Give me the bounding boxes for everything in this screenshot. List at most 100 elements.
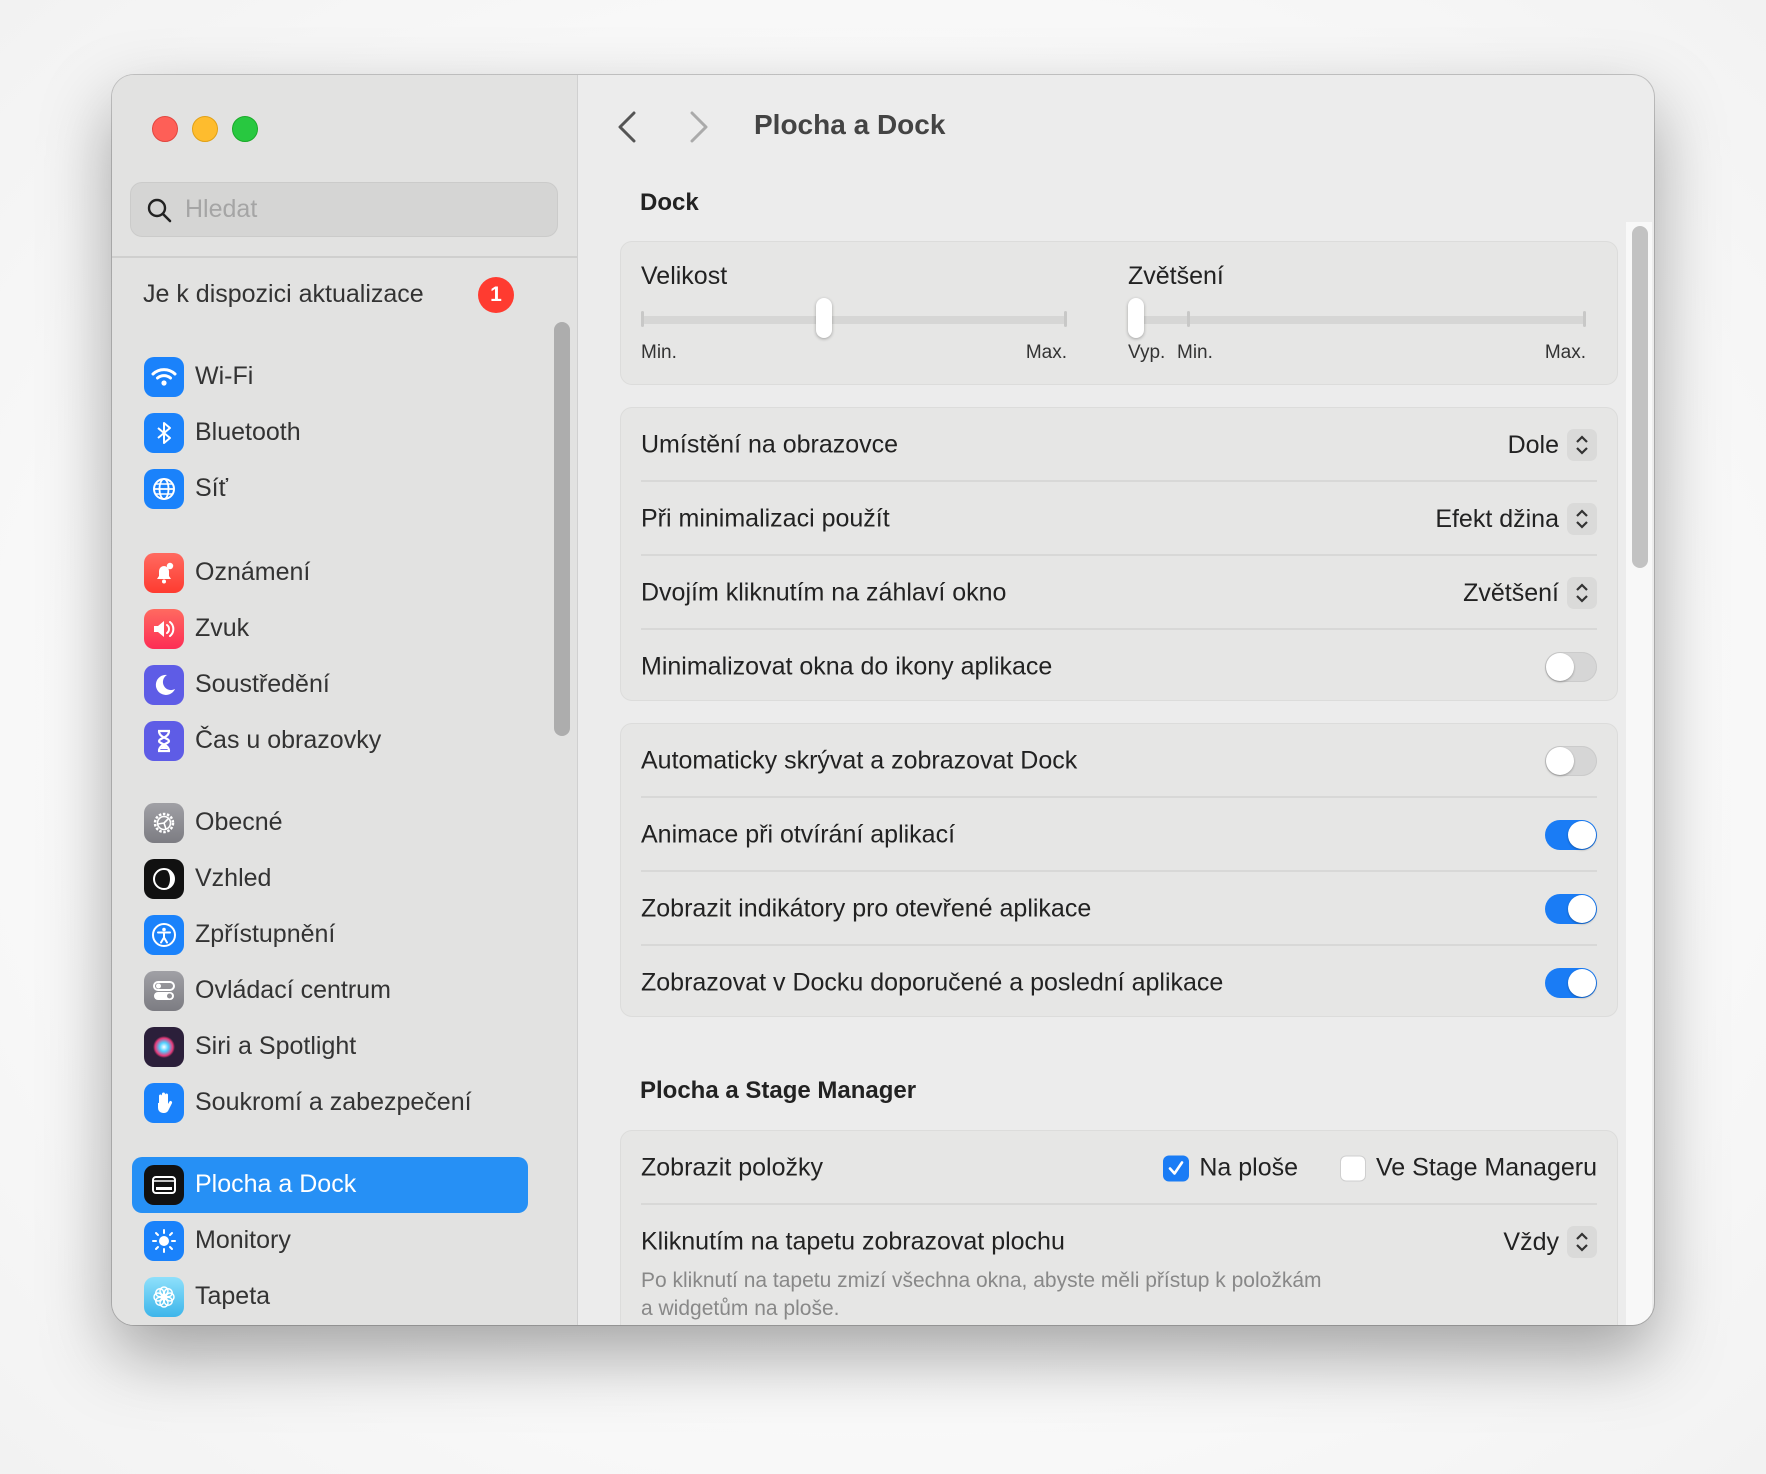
magnification-tick-max [1583, 311, 1586, 327]
main-panel: Plocha a Dock Dock Velikost Min. Max. Zv… [578, 75, 1654, 1325]
autohide-label: Automaticky skrývat a zobrazovat Dock [641, 746, 1078, 775]
position-label: Umístění na obrazovce [641, 430, 899, 459]
toggle-knob [1568, 821, 1596, 849]
bluetooth-icon [144, 413, 184, 453]
sidebar-item-label: Wi-Fi [195, 362, 254, 390]
gear-icon [144, 803, 184, 843]
globe-icon [144, 469, 184, 509]
hand-icon [144, 1083, 184, 1123]
autohide-toggle[interactable] [1545, 746, 1597, 776]
size-tick-max [1064, 311, 1067, 327]
sidebar-item-siri-a-spotlight[interactable]: Siri a Spotlight [132, 1019, 528, 1075]
minimize-effect-popup[interactable]: Efekt džina [1435, 503, 1597, 535]
magnification-slider-thumb[interactable] [1128, 298, 1144, 338]
show-items-label: Zobrazit položky [641, 1153, 824, 1182]
sidebar-item-label: Vzhled [195, 864, 272, 892]
dock-sliders-card: Velikost Min. Max. Zvětšení Vyp. Min. Ma… [620, 241, 1618, 385]
accessibility-icon [144, 915, 184, 955]
sidebar-item-label: Soustředění [195, 670, 330, 698]
sidebar-item-label: Zvuk [195, 614, 250, 642]
sidebar-item-label: Plocha a Dock [195, 1170, 357, 1198]
forward-button[interactable] [686, 105, 712, 149]
chevron-updown-icon [1567, 577, 1597, 609]
sidebar-item-bluetooth[interactable]: Bluetooth [132, 405, 528, 461]
toggle-knob [1546, 653, 1574, 681]
sidebar-item-label: Zpřístupnění [195, 920, 336, 948]
click-wallpaper-label: Kliknutím na tapetu zobrazovat plochu [641, 1227, 1065, 1256]
page-title: Plocha a Dock [754, 109, 946, 140]
show-items-options: Na ploše Ve Stage Manageru [1163, 1154, 1597, 1183]
sidebar-item-obecne[interactable]: Obecné [132, 795, 528, 851]
stage-manager-section-header: Plocha a Stage Manager [640, 1077, 917, 1104]
sidebar-item-vzhled[interactable]: Vzhled [132, 851, 528, 907]
search-placeholder: Hledat [185, 195, 258, 223]
double-click-value: Zvětšení [1463, 578, 1559, 607]
indicators-row: Zobrazit indikátory pro otevřené aplikac… [641, 872, 1597, 946]
on-desktop-label[interactable]: Na ploše [1199, 1154, 1298, 1183]
close-button[interactable] [152, 116, 178, 142]
in-stage-manager-label[interactable]: Ve Stage Manageru [1376, 1154, 1597, 1183]
software-update-link[interactable]: Je k dispozici aktualizace [143, 280, 424, 309]
double-click-row: Dvojím kliknutím na záhlaví okno Zvětšen… [641, 556, 1597, 630]
sidebar-divider [112, 256, 577, 258]
click-wallpaper-popup[interactable]: Vždy [1503, 1226, 1597, 1258]
click-wallpaper-value: Vždy [1503, 1227, 1559, 1256]
sidebar-item-cas-u-obrazovky[interactable]: Čas u obrazovky [132, 713, 528, 769]
sidebar-item-zpristupneni[interactable]: Zpřístupnění [132, 907, 528, 963]
sidebar: Hledat Je k dispozici aktualizace 1 Wi-F… [112, 75, 578, 1325]
show-items-row: Zobrazit položky Na ploše Ve Stage Manag… [641, 1131, 1597, 1205]
recent-apps-toggle[interactable] [1545, 968, 1597, 998]
description-line: a widgetům na ploše. [641, 1297, 840, 1320]
minimize-effect-label: Při minimalizaci použít [641, 504, 890, 533]
in-stage-manager-checkbox[interactable] [1340, 1155, 1366, 1181]
sidebar-item-label: Ovládací centrum [195, 976, 391, 1004]
size-slider[interactable] [641, 316, 1067, 324]
siri-icon [144, 1027, 184, 1067]
minimize-button[interactable] [192, 116, 218, 142]
sidebar-item-label: Soukromí a zabezpečení [195, 1088, 472, 1116]
wifi-icon [144, 357, 184, 397]
dock-section-header: Dock [640, 189, 699, 216]
main-scrollbar[interactable] [1626, 222, 1652, 1325]
sidebar-item-soustredeni[interactable]: Soustředění [132, 657, 528, 713]
sidebar-item-zvuk[interactable]: Zvuk [132, 601, 528, 657]
animate-label: Animace při otvírání aplikací [641, 820, 956, 849]
size-slider-thumb[interactable] [816, 298, 833, 338]
sidebar-item-sit[interactable]: Síť [132, 461, 528, 517]
bell-icon [144, 553, 184, 593]
minimize-to-icon-toggle[interactable] [1545, 652, 1597, 682]
sidebar-item-label: Monitory [195, 1226, 291, 1254]
indicators-toggle[interactable] [1545, 894, 1597, 924]
sidebar-item-oznameni[interactable]: Oznámení [132, 545, 528, 601]
sidebar-item-label: Tapeta [195, 1282, 271, 1310]
double-click-label: Dvojím kliknutím na záhlaví okno [641, 578, 1007, 607]
chevron-updown-icon [1567, 503, 1597, 535]
sidebar-item-wi-fi[interactable]: Wi-Fi [132, 349, 528, 405]
sidebar-item-tapeta[interactable]: Tapeta [132, 1269, 528, 1325]
back-button[interactable] [614, 105, 640, 149]
main-scrollbar-thumb[interactable] [1632, 226, 1648, 568]
sidebar-item-monitory[interactable]: Monitory [132, 1213, 528, 1269]
sidebar-item-label: Siri a Spotlight [195, 1032, 357, 1060]
toggle-knob [1568, 895, 1596, 923]
search-input[interactable]: Hledat [130, 182, 558, 237]
double-click-popup[interactable]: Zvětšení [1463, 577, 1597, 609]
sidebar-item-soukromi-a-zabezpeceni[interactable]: Soukromí a zabezpečení [132, 1075, 528, 1131]
animate-toggle[interactable] [1545, 820, 1597, 850]
on-desktop-checkbox[interactable] [1163, 1155, 1190, 1181]
magnification-label: Zvětšení [1128, 262, 1224, 290]
sidebar-item-plocha-a-dock[interactable]: Plocha a Dock [132, 1157, 528, 1213]
dock-toggles-card: Automaticky skrývat a zobrazovat Dock An… [620, 723, 1618, 1017]
indicators-label: Zobrazit indikátory pro otevřené aplikac… [641, 894, 1092, 923]
flower-icon [144, 1277, 184, 1317]
sidebar-scrollbar[interactable] [554, 322, 570, 736]
size-max-label: Max. [1025, 342, 1067, 363]
stage-manager-card: Zobrazit položky Na ploše Ve Stage Manag… [620, 1130, 1618, 1325]
magnification-slider[interactable] [1128, 316, 1586, 324]
zoom-button[interactable] [232, 116, 258, 142]
minimize-to-icon-label: Minimalizovat okna do ikony aplikace [641, 652, 1053, 681]
sidebar-item-ovladaci-centrum[interactable]: Ovládací centrum [132, 963, 528, 1019]
position-popup[interactable]: Dole [1508, 429, 1597, 461]
recent-apps-row: Zobrazovat v Docku doporučené a poslední… [641, 946, 1597, 1020]
minimize-effect-value: Efekt džina [1435, 504, 1559, 533]
